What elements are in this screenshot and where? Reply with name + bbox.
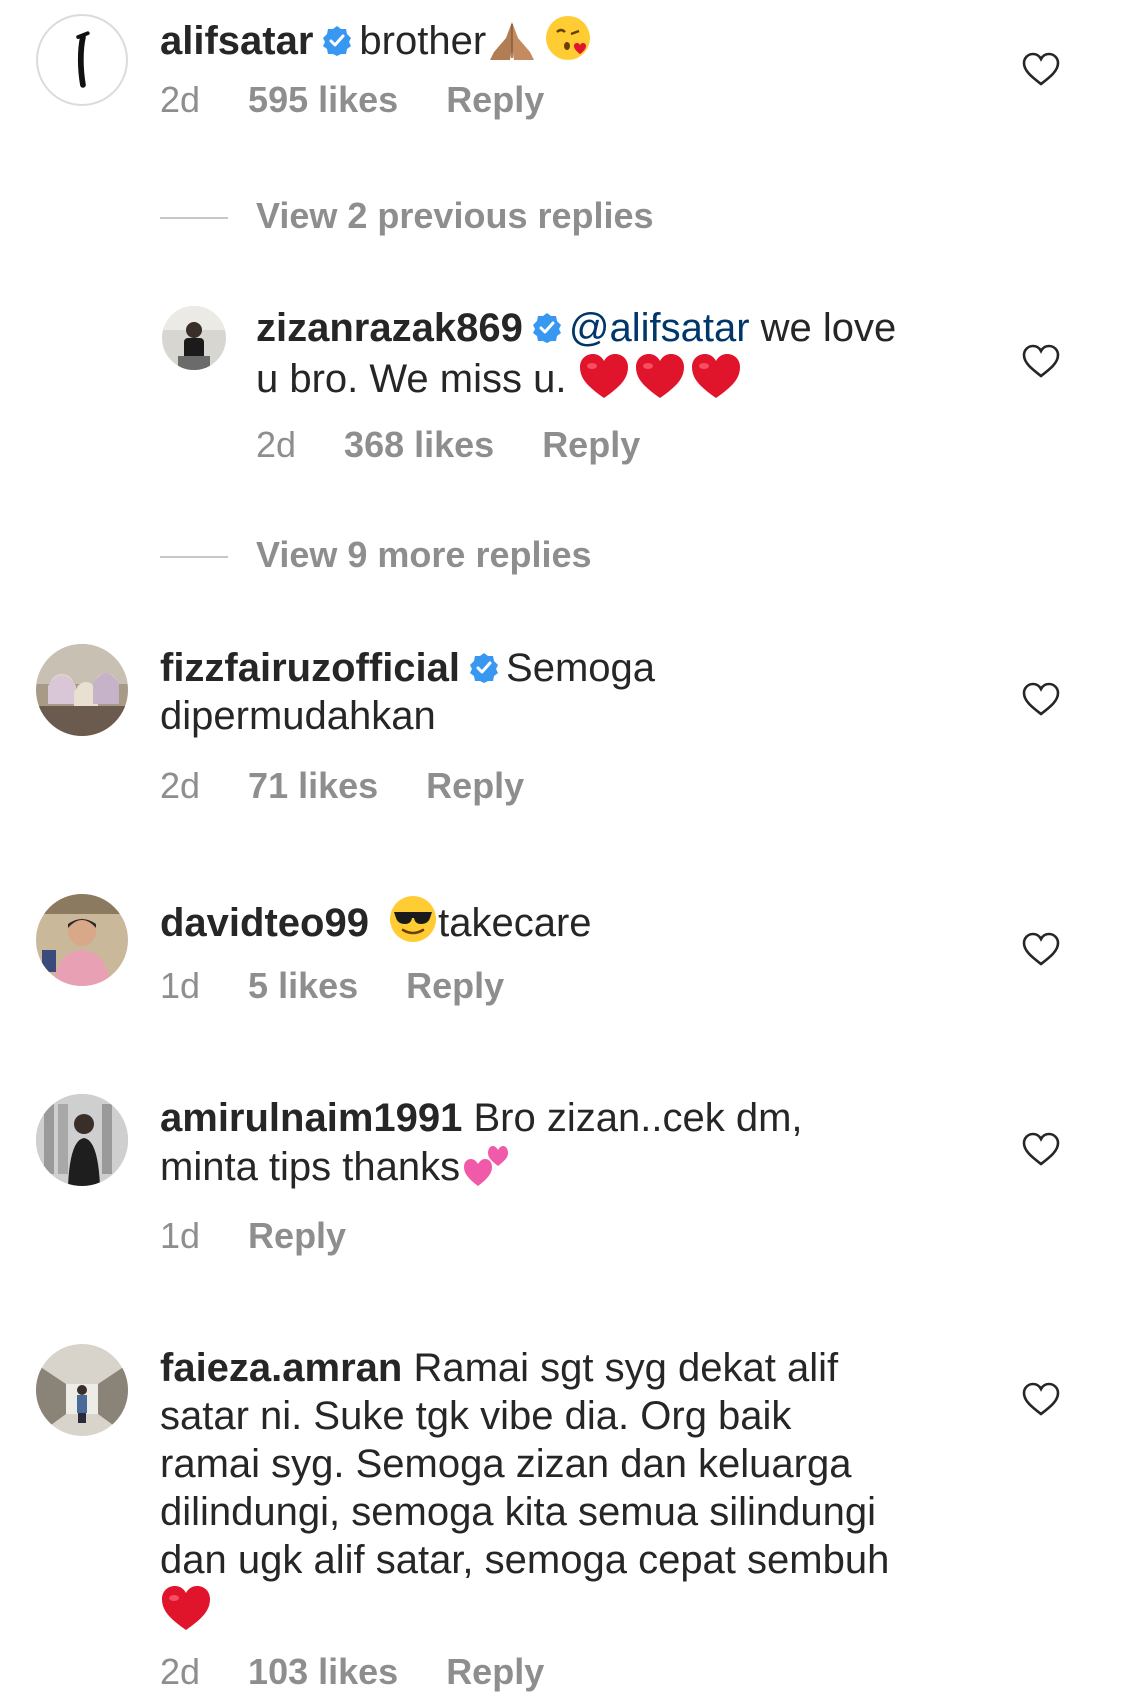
comment-meta: 1d 5 likes Reply — [160, 966, 552, 1006]
username[interactable]: davidteo99 — [160, 901, 369, 945]
avatar[interactable] — [162, 306, 226, 370]
comment-meta: 2d 368 likes Reply — [256, 425, 688, 465]
divider-line — [160, 556, 228, 559]
username[interactable]: fizzfairuzofficial — [160, 646, 460, 690]
avatar[interactable] — [36, 1094, 128, 1186]
person-photo-avatar-icon — [36, 894, 128, 986]
divider-line — [160, 217, 228, 220]
reply-button[interactable]: Reply — [446, 1651, 544, 1692]
reply-button[interactable]: Reply — [406, 965, 504, 1006]
comment-alifsatar: alifsatar brother 2d 595 likes Reply — [0, 0, 1125, 160]
comment-meta: 1d Reply — [160, 1216, 394, 1256]
comment-body-line2: satar ni. Suke tgk vibe dia. Org baik — [160, 1394, 792, 1438]
comment-body-line5: dan ugk alif satar, semoga cepat sembuh — [160, 1538, 890, 1582]
alif-letter-avatar-icon — [76, 31, 90, 88]
two-hearts-emoji — [462, 1142, 510, 1188]
like-heart-icon[interactable] — [1022, 52, 1060, 86]
timestamp: 2d — [160, 765, 201, 806]
like-heart-icon[interactable] — [1022, 682, 1060, 716]
comment-body-line1: Bro zizan..cek dm, — [462, 1096, 803, 1140]
verified-badge-icon — [321, 25, 353, 57]
person-photo-avatar-icon — [36, 1094, 128, 1186]
timestamp: 2d — [160, 1651, 201, 1692]
family-photo-avatar-icon — [36, 644, 128, 736]
comment-text: amirulnaim1991 Bro zizan..cek dm, minta t… — [160, 1094, 960, 1191]
avatar[interactable] — [36, 1344, 128, 1436]
like-heart-icon[interactable] — [1022, 1132, 1060, 1166]
like-heart-icon[interactable] — [1022, 344, 1060, 378]
comment-body-line2: u bro. We miss u. — [256, 357, 567, 401]
reply-button[interactable]: Reply — [446, 79, 544, 120]
comment-meta: 2d 71 likes Reply — [160, 766, 572, 806]
red-heart-emoji — [578, 352, 630, 400]
person-photo-avatar-icon — [36, 1344, 128, 1436]
comment-text: alifsatar brother — [160, 14, 960, 65]
reply-button[interactable]: Reply — [248, 1215, 346, 1256]
comment-body-line1: Ramai sgt syg dekat alif — [402, 1346, 839, 1390]
red-heart-emoji — [634, 352, 686, 400]
likes-count[interactable]: 5 likes — [248, 965, 358, 1006]
timestamp: 1d — [160, 1215, 201, 1256]
comment-text: zizanrazak869 @alifsatar we love u bro. We… — [256, 304, 976, 403]
comment-text: davidteo99 takecare — [160, 894, 960, 947]
comment-davidteo99: davidteo99 takecare 1d 5 likes Reply — [0, 880, 1125, 1040]
username[interactable]: zizanrazak869 — [256, 306, 523, 350]
kissing-heart-emoji — [544, 14, 592, 62]
verified-badge-icon — [531, 312, 563, 344]
username[interactable]: alifsatar — [160, 19, 313, 63]
comment-body-line1: Semoga — [506, 646, 656, 690]
comment-amirulnaim1991: amirulnaim1991 Bro zizan..cek dm, minta t… — [0, 1080, 1125, 1280]
timestamp: 2d — [160, 79, 201, 120]
view-more-replies-label: View 9 more replies — [256, 534, 592, 575]
likes-count[interactable]: 595 likes — [248, 79, 398, 120]
comment-fizzfairuzofficial: fizzfairuzofficial Semoga dipermudahkan 2d… — [0, 630, 1125, 830]
timestamp: 1d — [160, 965, 201, 1006]
red-heart-emoji — [690, 352, 742, 400]
comment-body-line2: dipermudahkan — [160, 694, 436, 738]
view-previous-replies-label: View 2 previous replies — [256, 195, 654, 236]
person-photo-avatar-icon — [162, 306, 226, 370]
avatar[interactable] — [36, 644, 128, 736]
comment-faieza-amran: faieza.amran Ramai sgt syg dekat alif sat… — [0, 1330, 1125, 1705]
reply-zizanrazak869: zizanrazak869 @alifsatar we love u bro. We… — [0, 290, 1125, 470]
reply-button[interactable]: Reply — [426, 765, 524, 806]
folded-hands-emoji — [486, 18, 538, 62]
sunglasses-emoji — [388, 894, 438, 944]
red-heart-emoji — [160, 1584, 212, 1632]
comment-body-line1: we love — [749, 306, 897, 350]
view-previous-replies-button[interactable]: View 2 previous replies — [160, 196, 654, 236]
avatar[interactable] — [36, 894, 128, 986]
verified-badge-icon — [468, 652, 500, 684]
comment-body: brother — [359, 19, 487, 63]
reply-button[interactable]: Reply — [542, 424, 640, 465]
comment-body: takecare — [438, 901, 592, 945]
like-heart-icon[interactable] — [1022, 932, 1060, 966]
comment-meta: 2d 595 likes Reply — [160, 80, 592, 120]
comment-text: fizzfairuzofficial Semoga dipermudahkan — [160, 644, 960, 740]
likes-count[interactable]: 71 likes — [248, 765, 378, 806]
comment-text: faieza.amran Ramai sgt syg dekat alif sat… — [160, 1344, 960, 1635]
likes-count[interactable]: 368 likes — [344, 424, 494, 465]
username[interactable]: amirulnaim1991 — [160, 1096, 462, 1140]
likes-count[interactable]: 103 likes — [248, 1651, 398, 1692]
mention-link[interactable]: @alifsatar — [569, 306, 750, 350]
comment-meta: 2d 103 likes Reply — [160, 1652, 592, 1692]
timestamp: 2d — [256, 424, 297, 465]
username[interactable]: faieza.amran — [160, 1346, 402, 1390]
comment-body-line2: minta tips thanks — [160, 1145, 461, 1189]
comment-body-line4: dilindungi, semoga kita semua silindungi — [160, 1490, 876, 1534]
comment-body-line3: ramai syg. Semoga zizan dan keluarga — [160, 1442, 852, 1486]
like-heart-icon[interactable] — [1022, 1382, 1060, 1416]
view-more-replies-button[interactable]: View 9 more replies — [160, 535, 592, 575]
avatar[interactable] — [36, 14, 128, 106]
